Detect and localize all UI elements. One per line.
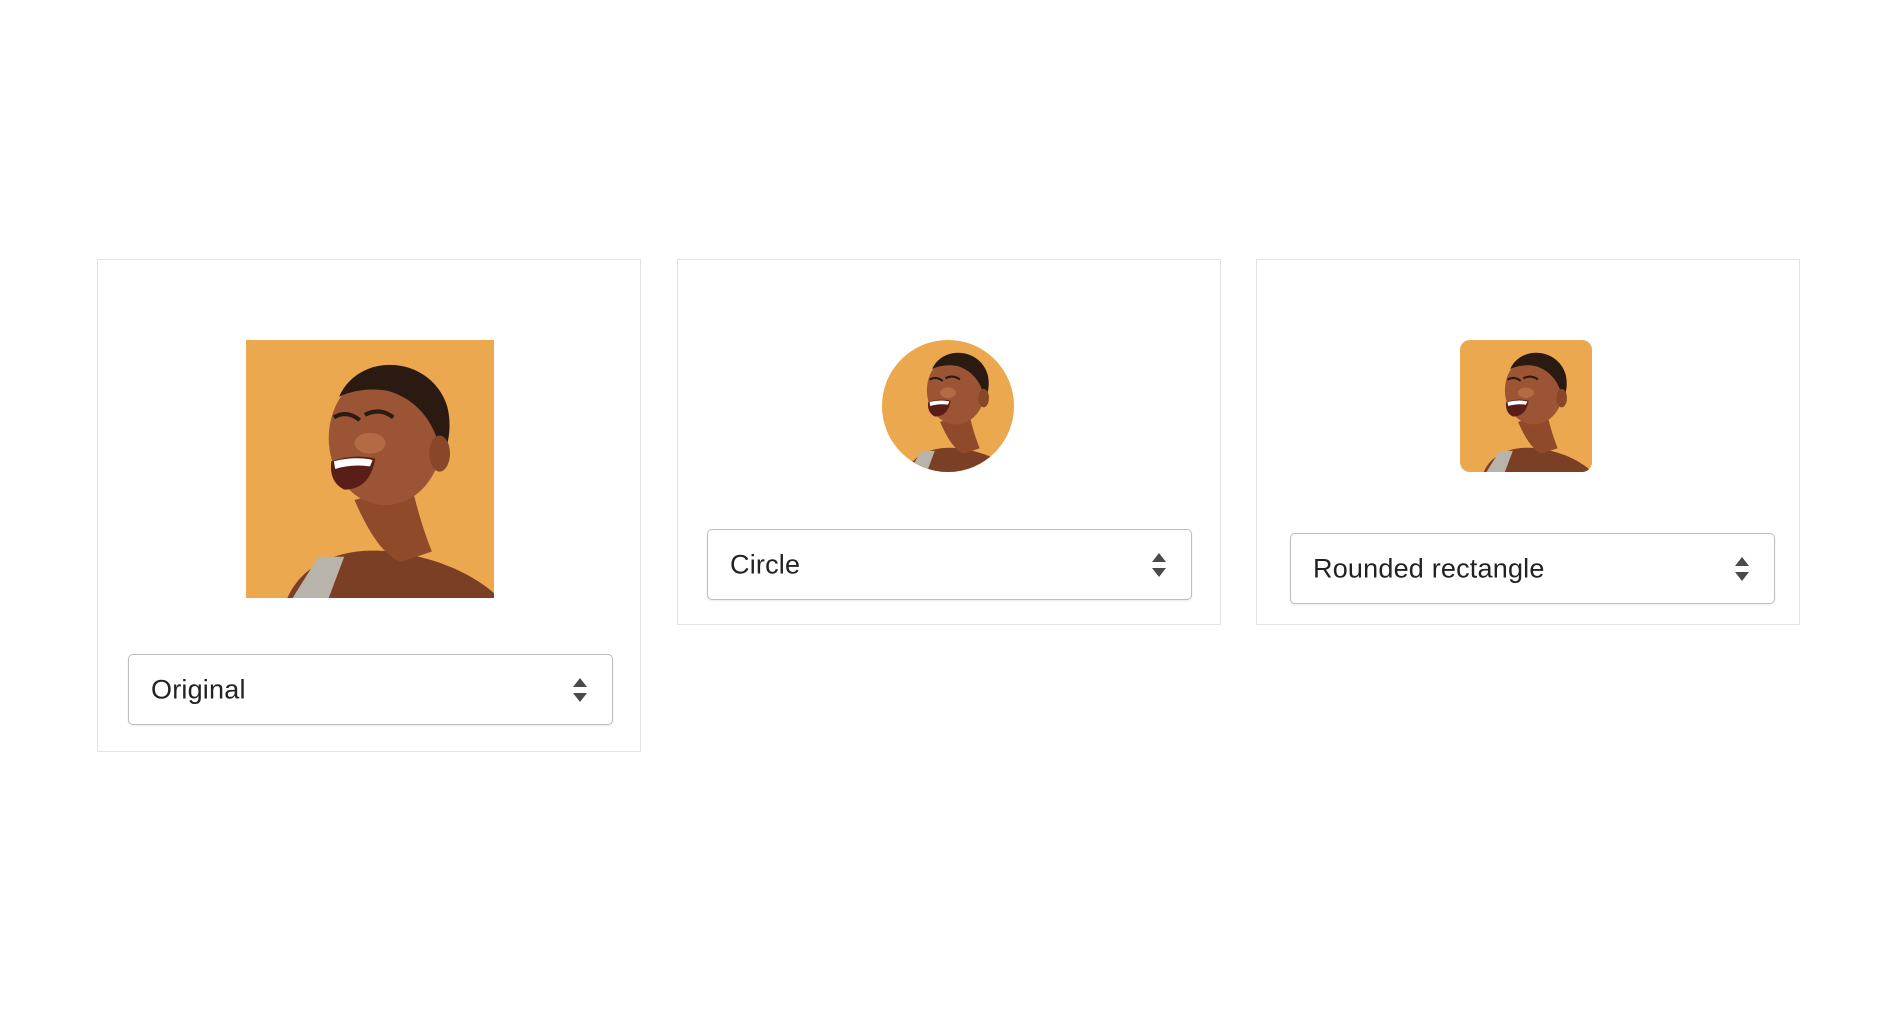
shape-select-value: Rounded rectangle — [1313, 553, 1545, 583]
shape-select[interactable]: Circle — [707, 529, 1192, 600]
up-down-chevron-icon — [1151, 552, 1167, 578]
shape-select-value: Circle — [730, 549, 801, 579]
up-down-chevron-icon — [1734, 556, 1750, 582]
avatar-image — [1460, 340, 1592, 472]
up-down-chevron-icon — [572, 677, 588, 703]
shape-card-rounded-rectangle: Rounded rectangle — [1256, 259, 1800, 625]
shape-card-original: Original — [97, 259, 641, 752]
shape-select-value: Original — [151, 674, 246, 704]
shape-select[interactable]: Original — [128, 654, 613, 725]
shape-select[interactable]: Rounded rectangle — [1290, 533, 1775, 604]
shape-card-circle: Circle — [677, 259, 1221, 625]
avatar-image — [882, 340, 1014, 472]
avatar-image — [246, 340, 494, 598]
